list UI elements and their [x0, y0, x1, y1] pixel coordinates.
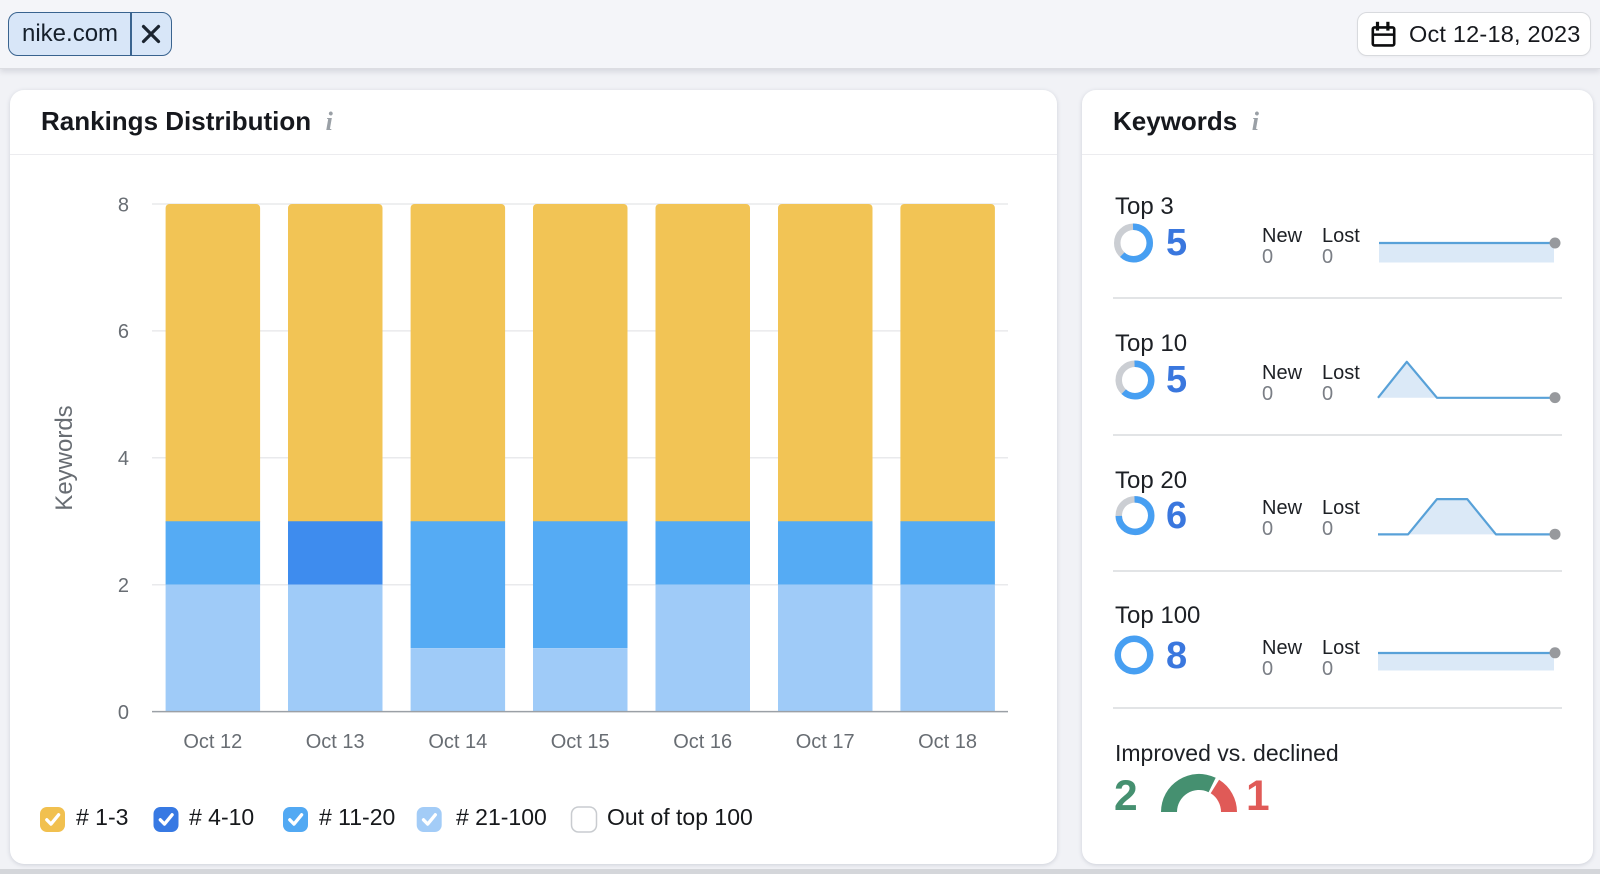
- svg-text:2: 2: [118, 575, 129, 597]
- svg-text:# 11-20: # 11-20: [319, 804, 395, 830]
- svg-text:Keywords: Keywords: [51, 405, 78, 510]
- svg-text:Oct 15: Oct 15: [551, 731, 610, 753]
- svg-text:Out of top 100: Out of top 100: [607, 804, 753, 830]
- svg-text:Oct 13: Oct 13: [306, 731, 365, 753]
- svg-text:6: 6: [118, 321, 129, 343]
- svg-text:8: 8: [118, 194, 129, 216]
- svg-text:0: 0: [118, 702, 129, 724]
- svg-text:Oct 18: Oct 18: [918, 731, 977, 753]
- svg-text:Oct 16: Oct 16: [673, 731, 732, 753]
- svg-text:Oct 12: Oct 12: [183, 731, 242, 753]
- svg-text:Oct 17: Oct 17: [796, 731, 855, 753]
- svg-text:# 4-10: # 4-10: [189, 804, 254, 830]
- svg-text:# 21-100: # 21-100: [456, 804, 547, 830]
- svg-text:4: 4: [118, 448, 129, 470]
- svg-text:# 1-3: # 1-3: [76, 804, 128, 830]
- svg-text:Oct 14: Oct 14: [428, 731, 487, 753]
